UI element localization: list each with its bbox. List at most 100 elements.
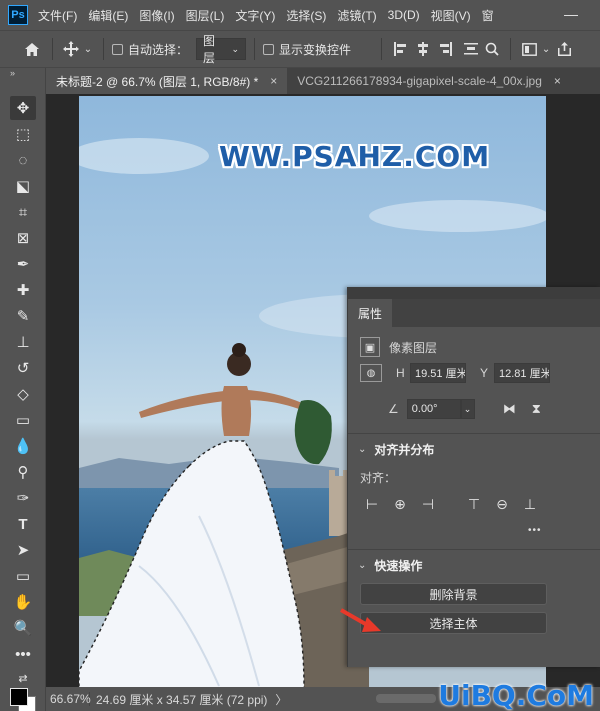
close-icon[interactable]: ×	[270, 74, 277, 88]
pen-tool-icon[interactable]: ✑	[10, 486, 36, 510]
eyedropper-tool-icon[interactable]: ✒	[10, 252, 36, 276]
align-label: 对齐：	[360, 471, 397, 485]
clone-stamp-tool-icon[interactable]: ⊥	[10, 330, 36, 354]
zoom-level[interactable]: 66.67%	[46, 692, 91, 706]
lasso-tool-icon[interactable]: ◌	[10, 148, 36, 172]
angle-value: 0.00°	[411, 403, 438, 415]
search-icon[interactable]	[482, 42, 502, 56]
photoshop-logo-icon: Ps	[8, 5, 28, 25]
tab-document-1[interactable]: 未标题-2 @ 66.7% (图层 1, RGB/8#) * ×	[46, 68, 288, 94]
menu-edit[interactable]: 编辑(E)	[88, 7, 128, 24]
show-transform-checkbox[interactable]	[263, 43, 275, 55]
link-icon[interactable]: ◍	[360, 364, 382, 382]
document-tabs: 未标题-2 @ 66.7% (图层 1, RGB/8#) * × VCG2112…	[46, 68, 600, 94]
menu-image[interactable]: 图像(I)	[139, 7, 174, 24]
tab-properties[interactable]: 属性	[348, 299, 393, 327]
separator	[510, 38, 512, 60]
show-transform-label: 显示变换控件	[279, 42, 352, 57]
align-right-icon[interactable]	[434, 42, 456, 56]
divider	[348, 549, 600, 550]
menu-select[interactable]: 选择(S)	[286, 7, 326, 24]
align-left-edges-icon[interactable]: ⊢	[358, 494, 386, 514]
brush-tool-icon[interactable]: ✎	[10, 304, 36, 328]
angle-field[interactable]: 0.00°	[406, 399, 461, 419]
align-top-edges-icon[interactable]: ⊤	[460, 494, 488, 514]
site-watermark: UiBQ.CoM	[438, 679, 594, 711]
pixel-layer-icon: ▣	[360, 337, 380, 357]
type-tool-icon[interactable]: T	[10, 512, 36, 536]
horizontal-scrollbar[interactable]	[376, 694, 436, 703]
distribute-icon[interactable]	[460, 42, 482, 56]
eraser-tool-icon[interactable]: ◇	[10, 382, 36, 406]
flip-vertical-icon[interactable]: ⧗	[532, 401, 541, 417]
align-buttons-row: ⊢ ⊕ ⊣ ⊤ ⊖ ⊥	[348, 494, 600, 514]
healing-brush-tool-icon[interactable]: ✚	[10, 278, 36, 302]
flip-horizontal-icon[interactable]: ⧓	[503, 401, 516, 417]
foreground-color-swatch[interactable]	[10, 688, 28, 706]
y-position-field[interactable]: 12.81 厘米	[494, 363, 550, 383]
height-field[interactable]: 19.51 厘米	[410, 363, 466, 383]
dodge-tool-icon[interactable]: ⚲	[10, 460, 36, 484]
more-options-icon[interactable]: •••	[528, 525, 542, 536]
menu-type[interactable]: 文字(Y)	[235, 7, 275, 24]
layer-type-row: ▣ 像素图层	[348, 337, 600, 357]
align-vertical-centers-icon[interactable]: ⊖	[488, 494, 516, 514]
align-horizontal-centers-icon[interactable]: ⊕	[386, 494, 414, 514]
more-tools-icon[interactable]: •••	[10, 642, 36, 666]
workspace-icon[interactable]	[519, 42, 539, 56]
more-options-row: •••	[348, 525, 600, 536]
status-bar: 66.67% 24.69 厘米 x 34.57 厘米 (72 ppi) 〉 Ui…	[46, 679, 600, 711]
zoom-tool-icon[interactable]: 🔍	[10, 616, 36, 640]
status-menu-icon[interactable]: 〉	[275, 691, 287, 708]
align-label-row: 对齐：	[348, 469, 600, 486]
chevron-down-icon[interactable]: ⌄	[460, 399, 475, 419]
close-icon[interactable]: ×	[554, 74, 561, 88]
chevron-down-icon: ⌄	[231, 43, 240, 54]
menu-view[interactable]: 视图(V)	[431, 7, 471, 24]
history-brush-tool-icon[interactable]: ↺	[10, 356, 36, 380]
crop-tool-icon[interactable]: ⌗	[10, 200, 36, 224]
gradient-tool-icon[interactable]: ▭	[10, 408, 36, 432]
separator	[103, 38, 104, 60]
align-bottom-edges-icon[interactable]: ⊥	[516, 494, 544, 514]
object-selection-tool-icon[interactable]: ⬕	[10, 174, 36, 198]
layer-select-dropdown[interactable]: 图层 ⌄	[196, 34, 247, 65]
layer-select-value: 图层	[203, 34, 216, 65]
align-center-icon[interactable]	[412, 42, 434, 56]
auto-select-checkbox[interactable]	[112, 43, 123, 55]
separator	[254, 38, 256, 60]
align-left-icon[interactable]	[390, 42, 412, 56]
hand-tool-icon[interactable]: ✋	[10, 590, 36, 614]
path-selection-tool-icon[interactable]: ➤	[10, 538, 36, 562]
home-icon[interactable]	[20, 42, 44, 57]
move-icon[interactable]	[61, 41, 81, 57]
move-tool-icon[interactable]: ✥	[10, 96, 36, 120]
frame-tool-icon[interactable]: ⊠	[10, 226, 36, 250]
chevron-down-icon[interactable]: ⌄	[81, 44, 95, 55]
chevron-down-icon[interactable]: ⌄	[539, 44, 553, 55]
minimize-button[interactable]: —	[564, 6, 578, 22]
share-icon[interactable]	[553, 41, 575, 57]
menu-file[interactable]: 文件(F)	[38, 7, 77, 24]
tab-label: VCG211266178934-gigapixel-scale-4_00x.jp…	[297, 74, 542, 88]
swap-colors-icon[interactable]: ⇄	[10, 666, 36, 690]
menu-filter[interactable]: 滤镜(T)	[337, 7, 376, 24]
menu-layer[interactable]: 图层(L)	[186, 7, 225, 24]
marquee-tool-icon[interactable]: ⬚	[10, 122, 36, 146]
y-label: Y	[480, 366, 489, 380]
menu-window[interactable]: 窗	[482, 7, 494, 24]
rectangle-tool-icon[interactable]: ▭	[10, 564, 36, 588]
transform-row: ◍ H 19.51 厘米 Y 12.81 厘米	[348, 363, 600, 383]
tab-document-2[interactable]: VCG211266178934-gigapixel-scale-4_00x.jp…	[287, 68, 571, 94]
quick-actions-header[interactable]: ⌄ 快速操作	[348, 557, 600, 574]
menu-3d[interactable]: 3D(D)	[388, 8, 420, 22]
remove-background-button[interactable]: 删除背景	[360, 583, 547, 605]
expand-toolbar-icon[interactable]: »	[10, 68, 15, 78]
align-right-edges-icon[interactable]: ⊣	[414, 494, 442, 514]
chevron-down-icon: ⌄	[358, 444, 367, 455]
tools-panel: » ✥ ⬚ ◌ ⬕ ⌗ ⊠ ✒ ✚ ✎ ⊥ ↺ ◇ ▭ 💧 ⚲ ✑ T ➤ ▭ …	[0, 68, 46, 711]
select-subject-button[interactable]: 选择主体	[360, 612, 547, 634]
blur-tool-icon[interactable]: 💧	[10, 434, 36, 458]
align-section-header[interactable]: ⌄ 对齐并分布	[348, 441, 600, 458]
tab-label: 未标题-2 @ 66.7% (图层 1, RGB/8#) *	[56, 74, 259, 89]
